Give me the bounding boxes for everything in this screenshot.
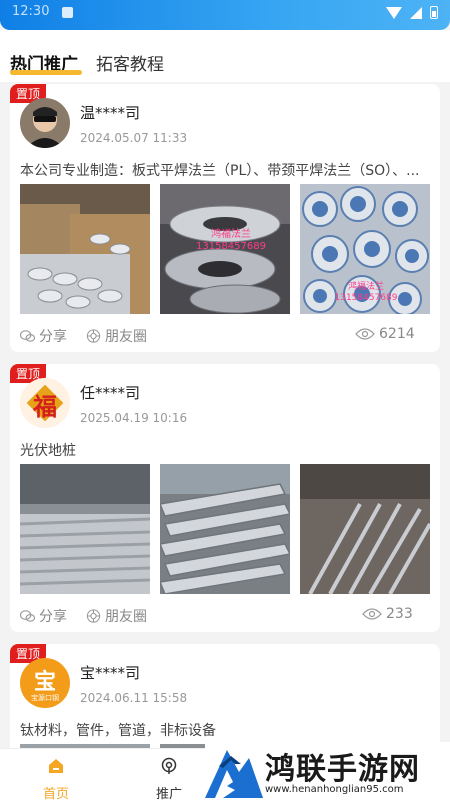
post-date: 2025.04.19 10:16: [80, 411, 188, 425]
avatar[interactable]: 福: [20, 378, 70, 428]
eye-icon: [362, 608, 382, 620]
post-card[interactable]: 置顶 温****司 2024.05.07 11:33 本公司专业制造：板式平焊法…: [10, 84, 440, 352]
post-photo[interactable]: [20, 464, 150, 594]
wechat-icon: [20, 330, 35, 342]
share-button[interactable]: 分享: [20, 606, 67, 626]
status-time: 12:30: [12, 4, 50, 19]
home-icon: [49, 759, 63, 773]
photo-watermark: 鸿福法兰 13158457689: [196, 229, 266, 252]
post-photo[interactable]: [160, 464, 290, 594]
photo-watermark: 鸿福法兰 13158457689: [334, 282, 398, 303]
post-photo[interactable]: 鸿福法兰 13158457689: [160, 184, 290, 314]
poster-name: 宝****司: [80, 664, 141, 682]
post-photo[interactable]: [20, 184, 150, 314]
notification-icon: [62, 7, 73, 18]
status-bar: 12:30: [0, 0, 450, 30]
tabbar-promotion[interactable]: 推广: [139, 757, 199, 800]
poster-name: 温****司: [80, 104, 141, 122]
status-icons: [386, 6, 438, 19]
wifi-icon: [386, 6, 402, 19]
signal-icon: [410, 6, 422, 19]
poster-name: 任****司: [80, 384, 141, 402]
moments-button[interactable]: 朋友圈: [86, 326, 147, 346]
avatar[interactable]: 宝 宝源口钢: [20, 658, 70, 708]
post-photo[interactable]: [300, 464, 430, 594]
post-card[interactable]: 置顶 宝 宝源口钢 宝****司 2024.06.11 15:58 钛材料，管件…: [10, 644, 440, 754]
top-tabs: 热门推广 拓客教程: [0, 30, 450, 82]
wechat-icon: [20, 610, 35, 622]
eye-icon: [355, 328, 375, 340]
share-button[interactable]: 分享: [20, 326, 67, 346]
watermark-logo: [205, 750, 263, 798]
site-watermark: 鸿联手游网 www.henanhonglian95.com: [205, 742, 450, 800]
post-photo[interactable]: 鸿福法兰 13158457689: [300, 184, 430, 314]
moments-button[interactable]: 朋友圈: [86, 606, 147, 626]
photo-grid: 鸿福法兰 13158457689 鸿福法兰 13158457689: [20, 184, 430, 314]
post-card[interactable]: 置顶 福 任****司 2025.04.19 10:16 光伏地桩 分享 朋友圈…: [10, 364, 440, 632]
tab-active-indicator: [10, 70, 82, 75]
post-description: 光伏地桩: [20, 443, 76, 459]
post-description: 钛材料，管件，管道，非标设备: [20, 723, 216, 739]
view-count: 233: [362, 606, 413, 622]
avatar-caption: 宝源口钢: [31, 694, 59, 702]
watermark-url: www.henanhonglian95.com: [265, 784, 404, 795]
avatar-character: 宝: [33, 670, 56, 695]
view-count: 6214: [355, 326, 415, 342]
tabbar-home[interactable]: 首页: [26, 757, 86, 800]
watermark-title: 鸿联手游网: [265, 752, 420, 787]
photo-grid: [20, 464, 430, 594]
moments-icon: [86, 329, 101, 343]
tab-tutorial[interactable]: 拓客教程: [96, 50, 164, 75]
avatar[interactable]: [20, 98, 70, 148]
post-date: 2024.05.07 11:33: [80, 131, 188, 145]
avatar-character: 福: [33, 392, 57, 421]
broadcast-icon: [161, 757, 177, 774]
post-date: 2024.06.11 15:58: [80, 691, 188, 705]
battery-icon: [430, 6, 438, 19]
moments-icon: [86, 609, 101, 623]
post-description: 本公司专业制造：板式平焊法兰（PL）、带颈平焊法兰（SO）、...: [20, 163, 420, 179]
